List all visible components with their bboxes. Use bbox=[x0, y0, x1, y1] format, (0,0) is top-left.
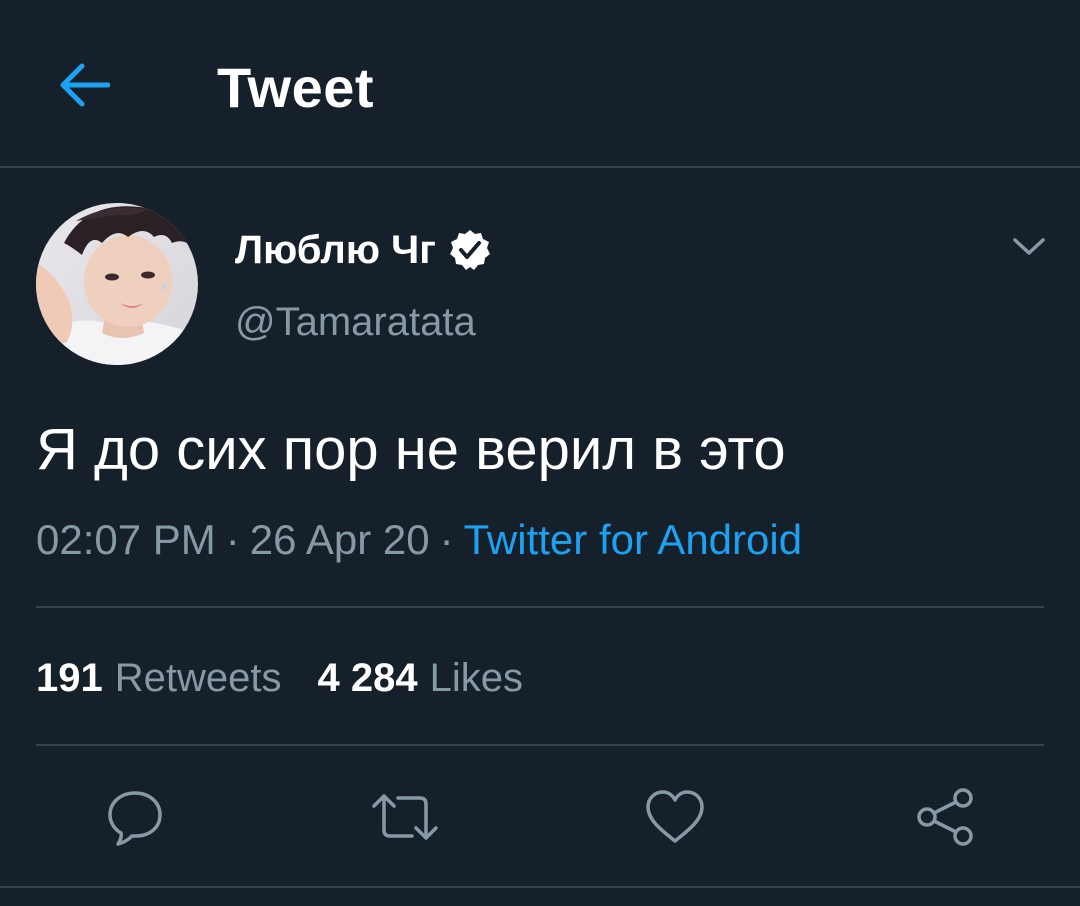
meta-separator: · bbox=[225, 516, 240, 563]
likes-stat[interactable]: 4 284 Likes bbox=[318, 650, 524, 706]
divider bbox=[36, 606, 1044, 608]
retweets-stat[interactable]: 191 Retweets bbox=[36, 650, 282, 706]
like-button[interactable] bbox=[640, 782, 710, 852]
likes-label: Likes bbox=[429, 656, 523, 700]
tweet-text: Я до сих пор не верил в это bbox=[36, 417, 786, 482]
retweet-button[interactable] bbox=[370, 782, 440, 852]
tweet-meta: 02:07 PM · 26 Apr 20 · Twitter for Android bbox=[36, 512, 802, 568]
divider bbox=[0, 886, 1080, 888]
author-name-row[interactable]: Люблю Чг bbox=[235, 222, 492, 278]
retweets-count: 191 bbox=[36, 656, 103, 700]
tweet-time: 02:07 PM bbox=[36, 516, 216, 563]
share-button[interactable] bbox=[910, 782, 980, 852]
avatar-image bbox=[36, 203, 198, 365]
author-display-name: Люблю Чг bbox=[235, 228, 436, 272]
avatar[interactable] bbox=[36, 203, 198, 365]
likes-count: 4 284 bbox=[317, 656, 418, 700]
chevron-down-icon bbox=[1013, 238, 1045, 255]
divider bbox=[36, 744, 1044, 746]
arrow-left-icon bbox=[60, 63, 110, 107]
reply-button[interactable] bbox=[100, 782, 170, 852]
share-icon bbox=[917, 788, 973, 846]
tweet-stats: 191 Retweets 4 284 Likes bbox=[36, 650, 559, 706]
tweet-options-button[interactable] bbox=[1004, 222, 1054, 272]
back-button[interactable] bbox=[52, 55, 116, 115]
retweets-label: Retweets bbox=[114, 656, 282, 700]
reply-icon bbox=[108, 791, 162, 846]
author-handle[interactable]: @Tamaratata bbox=[235, 296, 476, 348]
retweet-icon bbox=[372, 794, 438, 840]
verified-badge-icon bbox=[449, 230, 490, 270]
heart-icon bbox=[646, 790, 704, 843]
tweet-source-link[interactable]: Twitter for Android bbox=[464, 516, 802, 563]
tweet-detail-screen: Tweet Люблю Чг @Tamaratata Я до сих пор … bbox=[0, 0, 1080, 906]
top-app-bar: Tweet bbox=[0, 0, 1080, 168]
page-title: Tweet bbox=[217, 56, 375, 119]
meta-separator: · bbox=[439, 516, 454, 563]
tweet-date: 26 Apr 20 bbox=[249, 516, 430, 563]
